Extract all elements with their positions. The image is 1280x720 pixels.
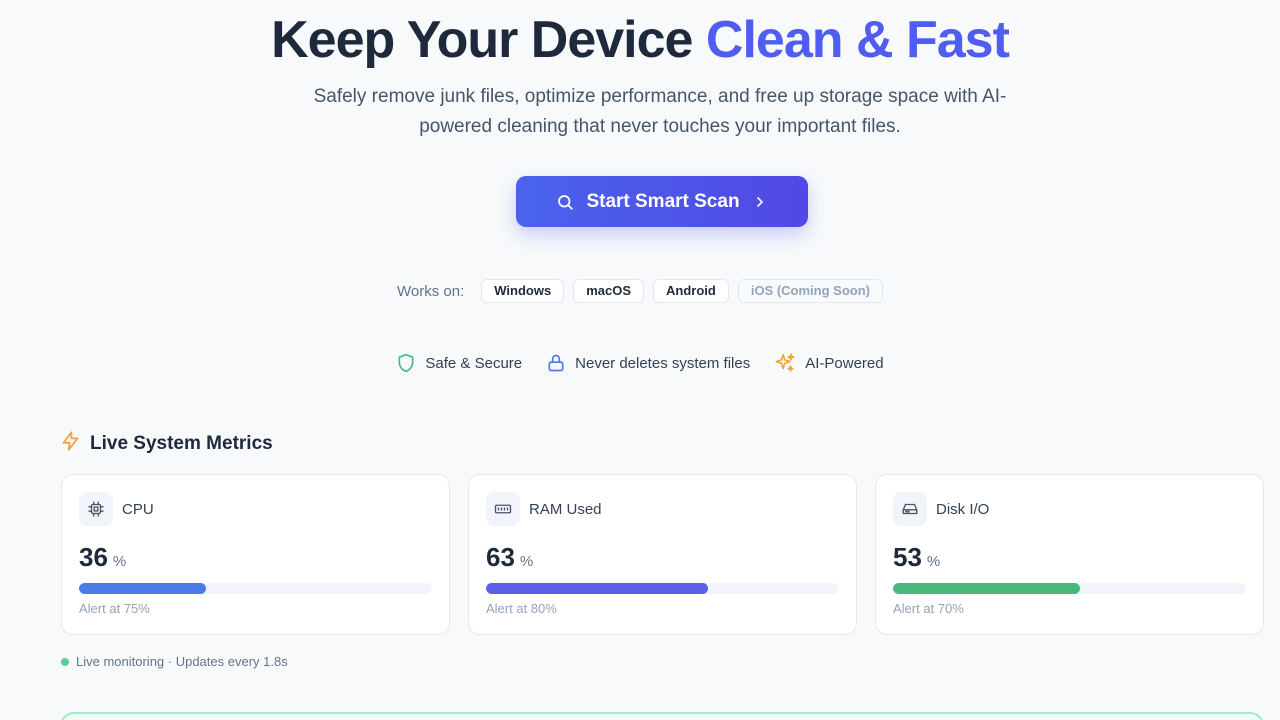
metric-progress-fill [486, 583, 709, 594]
hero-title: Keep Your Device Clean & Fast [0, 12, 1280, 68]
metric-name: CPU [122, 500, 154, 518]
metric-value-number: 36 [79, 542, 108, 572]
metric-progress-bar [79, 583, 432, 594]
platform-chip-windows: Windows [481, 279, 565, 303]
hero-title-accent: Clean & Fast [705, 11, 1010, 69]
platform-chip-macos: macOS [573, 279, 644, 303]
metric-progress-bar [486, 583, 839, 594]
lock-icon [546, 352, 566, 374]
hard-drive-icon [893, 492, 927, 526]
cpu-icon [79, 492, 113, 526]
metric-value-unit: % [926, 553, 941, 570]
metric-alert-threshold: Alert at 75% [79, 601, 150, 616]
feature-label: Never deletes system files [575, 354, 751, 372]
works-on-label: Works on: [397, 282, 465, 300]
feature-label: Safe & Secure [425, 354, 523, 372]
metric-alert-threshold: Alert at 70% [893, 601, 964, 616]
metric-card-ram: RAM Used 63 % Alert at 80% [468, 474, 857, 635]
start-smart-scan-button[interactable]: Start Smart Scan [516, 176, 808, 227]
feature-ai-powered: AI-Powered [774, 352, 884, 374]
platform-chip-ios: iOS (Coming Soon) [737, 279, 883, 303]
metric-alert-threshold: Alert at 80% [486, 601, 557, 616]
metric-value-unit: % [519, 553, 534, 570]
card-header: CPU [79, 492, 154, 526]
metric-name: RAM Used [529, 500, 602, 518]
feature-safe-secure: Safe & Secure [396, 352, 522, 374]
metric-name: Disk I/O [936, 500, 990, 518]
card-header: Disk I/O [893, 492, 989, 526]
metric-progress-bar [893, 583, 1246, 594]
metric-progress-fill [79, 583, 207, 594]
live-monitoring-text: Live monitoring · Updates every 1.8s [76, 654, 288, 669]
metric-value: 36 % [79, 542, 126, 573]
feature-never-deletes: Never deletes system files [546, 352, 750, 374]
metric-value: 53 % [893, 542, 940, 573]
feature-list: Safe & Secure Never deletes system files… [0, 352, 1280, 374]
live-monitoring-status: Live monitoring · Updates every 1.8s [61, 654, 288, 669]
start-smart-scan-label: Start Smart Scan [586, 190, 740, 212]
feature-label: AI-Powered [805, 354, 884, 372]
metric-value-unit: % [112, 553, 127, 570]
metric-value-number: 63 [486, 542, 515, 572]
metric-progress-fill [893, 583, 1081, 594]
works-on-row: Works on: Windows macOS Android iOS (Com… [0, 279, 1280, 303]
hero-subtitle: Safely remove junk files, optimize perfo… [313, 86, 1007, 137]
metric-value: 63 % [486, 542, 533, 573]
metric-card-cpu: CPU 36 % Alert at 75% [61, 474, 450, 635]
card-header: RAM Used [486, 492, 602, 526]
metric-cards: CPU 36 % Alert at 75% RAM Used 63 % Aler… [61, 474, 1264, 635]
lightning-icon [60, 430, 81, 458]
live-status-dot [61, 657, 69, 666]
metric-value-number: 53 [893, 542, 922, 572]
search-icon [556, 193, 574, 211]
chevron-right-icon [752, 194, 768, 210]
memory-icon [486, 492, 520, 526]
metric-card-disk: Disk I/O 53 % Alert at 70% [875, 474, 1264, 635]
metrics-title-label: Live System Metrics [90, 433, 273, 454]
hero-title-main: Keep Your Device [271, 11, 706, 69]
bottom-panel [60, 712, 1264, 720]
sparkles-icon [774, 352, 796, 374]
metrics-section-title: Live System Metrics [60, 430, 273, 458]
shield-icon [396, 352, 416, 374]
platform-chip-android: Android [653, 279, 729, 303]
